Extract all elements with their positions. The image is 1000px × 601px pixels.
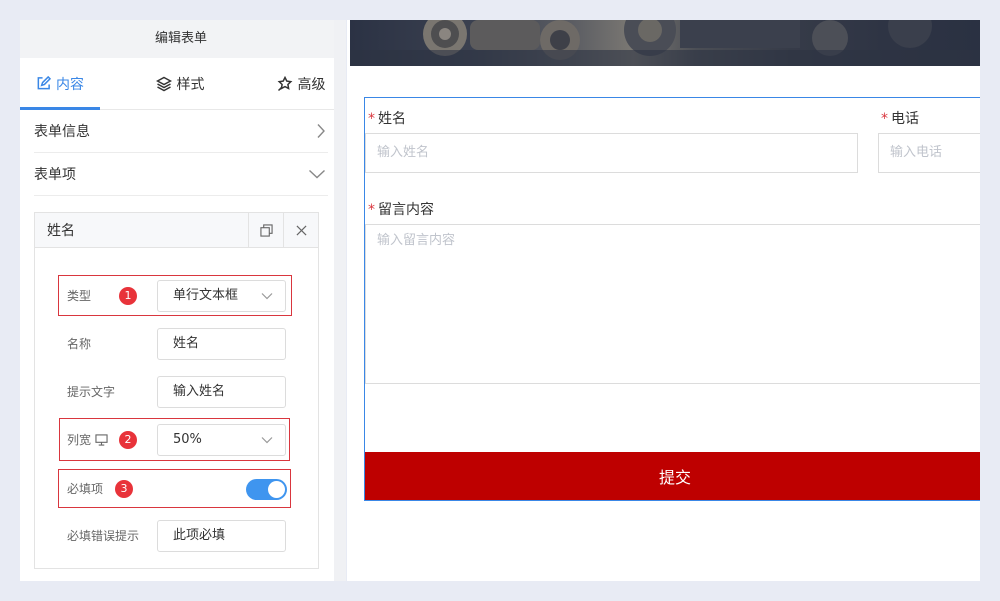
field-name-value: 姓名 xyxy=(173,336,200,351)
panel-scrollbar[interactable] xyxy=(334,20,346,581)
field-name-input[interactable]: 姓名 xyxy=(157,328,286,360)
annotation-badge-3: 3 xyxy=(115,480,133,498)
delete-field-button[interactable] xyxy=(283,213,318,247)
field-width-select[interactable]: 50% xyxy=(157,424,286,456)
layers-icon xyxy=(155,76,172,91)
label-message-text: 留言内容 xyxy=(378,202,434,218)
editor-tabs: 内容 样式 高级 xyxy=(20,58,342,110)
tab-advanced-label: 高级 xyxy=(297,76,326,93)
field-error-row: 必填错误提示 此项必填 xyxy=(35,516,320,556)
banner-image xyxy=(350,20,980,66)
form-preview-panel: * 姓名 输入姓名 * 电话 输入电话 * 留言内容 输入留言内容 提交 xyxy=(347,20,980,581)
field-placeholder-row: 提示文字 输入姓名 xyxy=(35,372,320,412)
phone-input-placeholder: 输入电话 xyxy=(890,145,943,160)
form-preview: * 姓名 输入姓名 * 电话 输入电话 * 留言内容 输入留言内容 提交 xyxy=(364,97,980,501)
field-placeholder-label: 提示文字 xyxy=(67,385,116,399)
field-width-label: 列宽 xyxy=(67,433,92,447)
field-width-value: 50% xyxy=(173,432,202,447)
required-mark: * xyxy=(368,111,375,127)
field-type-value: 单行文本框 xyxy=(173,288,239,303)
edit-icon xyxy=(37,76,51,90)
field-name-row: 名称 姓名 xyxy=(35,324,320,364)
section-form-info[interactable]: 表单信息 xyxy=(34,110,328,153)
field-error-label: 必填错误提示 xyxy=(67,529,140,543)
message-textarea[interactable]: 输入留言内容 xyxy=(365,224,980,384)
form-editor-panel: 编辑表单 内容 样式 高级 表单信息 表单项 姓名 类型 1 单行文本框 名称 … xyxy=(20,20,342,581)
tab-style-label: 样式 xyxy=(176,76,205,93)
copy-field-button[interactable] xyxy=(248,213,283,247)
phone-input[interactable]: 输入电话 xyxy=(878,133,980,173)
field-width-label-wrap: 列宽 xyxy=(67,420,108,460)
name-input[interactable]: 输入姓名 xyxy=(365,133,858,173)
chevron-right-icon xyxy=(317,124,325,138)
field-card-header: 姓名 xyxy=(35,213,318,248)
field-name-label: 名称 xyxy=(67,337,92,351)
chevron-down-icon xyxy=(309,169,325,179)
field-type-select[interactable]: 单行文本框 xyxy=(157,280,286,312)
close-icon xyxy=(295,224,307,236)
field-card: 姓名 类型 1 单行文本框 名称 姓名 提示文字 输入姓名 列宽 2 50% 必… xyxy=(34,212,319,569)
field-card-title: 姓名 xyxy=(47,223,75,239)
annotation-badge-1: 1 xyxy=(119,287,137,305)
machinery-image xyxy=(350,20,980,66)
label-phone-text: 电话 xyxy=(891,111,919,127)
chevron-down-icon xyxy=(261,293,273,300)
field-width-row: 列宽 2 50% xyxy=(35,420,320,460)
section-form-items[interactable]: 表单项 xyxy=(34,153,328,196)
annotation-badge-2: 2 xyxy=(119,431,137,449)
chevron-down-icon xyxy=(261,437,273,444)
field-error-value: 此项必填 xyxy=(173,528,226,543)
field-type-label: 类型 xyxy=(67,289,92,303)
panel-title: 编辑表单 xyxy=(20,20,342,58)
label-phone: * 电话 xyxy=(881,108,919,128)
field-required-row: 必填项 3 xyxy=(35,469,320,509)
required-mark: * xyxy=(881,111,888,127)
tab-style[interactable]: 样式 xyxy=(100,58,260,109)
copy-icon xyxy=(259,223,273,237)
field-placeholder-value: 输入姓名 xyxy=(173,384,226,399)
section-form-info-label: 表单信息 xyxy=(34,124,90,140)
field-required-label: 必填项 xyxy=(67,482,104,496)
submit-button-label: 提交 xyxy=(658,468,691,487)
field-error-input[interactable]: 此项必填 xyxy=(157,520,286,552)
message-textarea-placeholder: 输入留言内容 xyxy=(377,233,456,248)
tab-advanced[interactable]: 高级 xyxy=(260,58,342,109)
name-input-placeholder: 输入姓名 xyxy=(377,145,430,160)
field-type-row: 类型 1 单行文本框 xyxy=(35,276,320,316)
tab-content[interactable]: 内容 xyxy=(20,58,100,110)
label-name: * 姓名 xyxy=(368,108,406,128)
required-toggle[interactable] xyxy=(246,479,287,500)
submit-button[interactable]: 提交 xyxy=(365,452,980,500)
monitor-icon xyxy=(95,434,108,446)
label-message: * 留言内容 xyxy=(368,199,434,219)
magic-icon xyxy=(277,75,292,91)
section-form-items-label: 表单项 xyxy=(34,167,76,183)
field-placeholder-input[interactable]: 输入姓名 xyxy=(157,376,286,408)
required-mark: * xyxy=(368,202,375,218)
label-name-text: 姓名 xyxy=(378,111,406,127)
tab-content-label: 内容 xyxy=(56,76,84,93)
